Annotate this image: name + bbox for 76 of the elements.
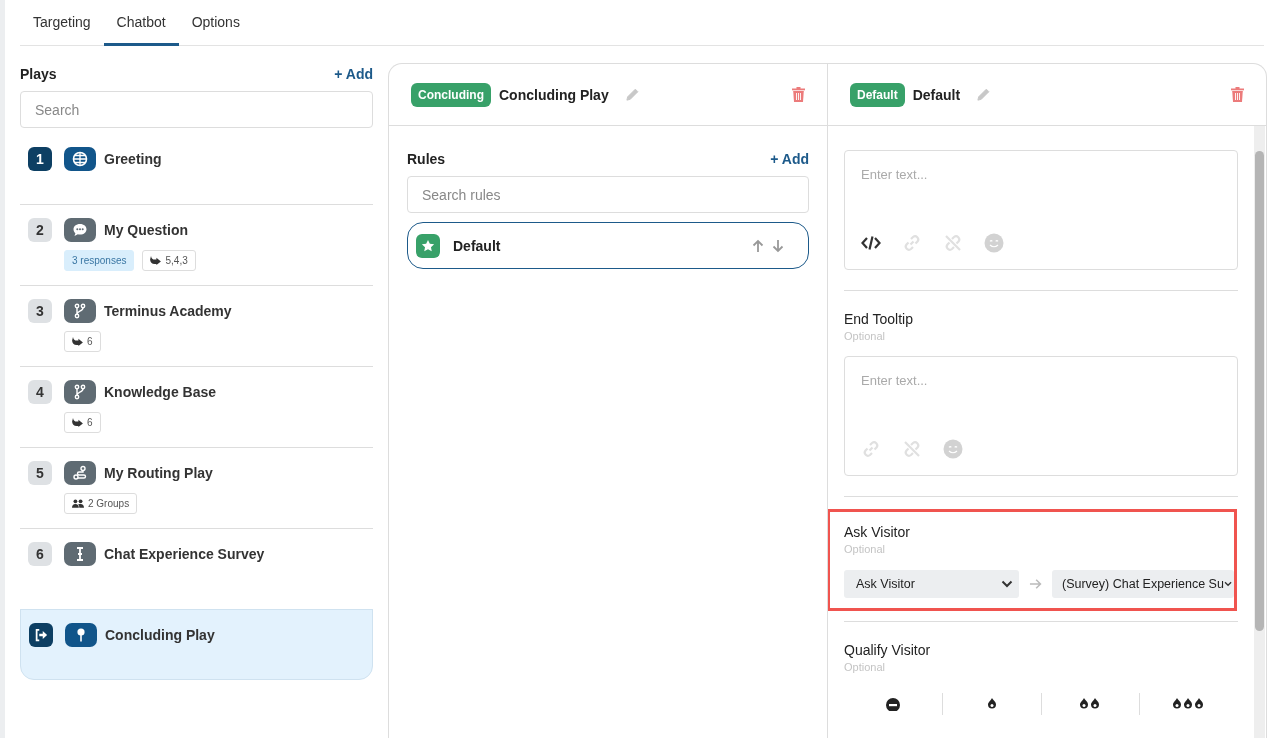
route-icon xyxy=(64,461,96,485)
search-field[interactable]: Search rules xyxy=(407,176,809,213)
play-name: Greeting xyxy=(104,151,162,167)
section-title: Rules xyxy=(407,151,446,167)
branch-icon xyxy=(64,380,96,404)
dropdown[interactable]: Ask Visitor xyxy=(844,570,1019,598)
reply-arrow-icon xyxy=(150,256,162,265)
step-number: 4 xyxy=(28,380,52,404)
tag-text: 2 Groups xyxy=(88,498,130,509)
step-number: 5 xyxy=(28,461,52,485)
play-item[interactable]: 1 Greeting xyxy=(20,139,373,205)
reply-arrow-icon xyxy=(72,337,83,346)
dropdown[interactable]: (Survey) Chat Experience Su xyxy=(1052,570,1234,598)
tag-text: 5,4,3 xyxy=(165,255,188,266)
flame-icon[interactable] xyxy=(986,697,997,711)
step-number: 1 xyxy=(28,147,52,171)
pin-icon xyxy=(65,623,97,647)
field-label: Qualify Visitor xyxy=(844,642,932,658)
play-item[interactable]: 4 Knowledge Base 6 xyxy=(20,367,373,448)
placeholder-text: Enter text... xyxy=(861,167,929,182)
trash-icon[interactable] xyxy=(792,87,805,102)
reply-arrow-icon xyxy=(72,418,83,427)
optional-hint: Optional xyxy=(844,661,886,673)
type-badge: Default xyxy=(850,82,905,107)
search-field[interactable]: Search xyxy=(20,91,373,128)
chat-bubble-icon xyxy=(64,218,96,242)
scrollbar-thumb[interactable] xyxy=(1255,151,1264,631)
tab[interactable]: Options xyxy=(178,0,253,46)
panel-title: Concluding Play xyxy=(499,86,609,103)
placeholder-text: Enter text... xyxy=(861,373,929,388)
step-number: 6 xyxy=(28,542,52,566)
rule-name: Default xyxy=(453,237,501,254)
text-cursor-icon xyxy=(64,542,96,566)
play-item[interactable]: 3 Terminus Academy 6 xyxy=(20,286,373,367)
field-label: End Tooltip xyxy=(844,311,914,327)
add-link[interactable]: + Add xyxy=(334,66,373,82)
exit-icon xyxy=(29,623,53,647)
play-name: Terminus Academy xyxy=(104,303,232,319)
panel-title: Default xyxy=(912,86,961,103)
branch-icon xyxy=(64,299,96,323)
trash-icon[interactable] xyxy=(1231,87,1244,102)
field-label: Ask Visitor xyxy=(844,524,911,540)
two-flames-icon[interactable] xyxy=(1079,697,1102,711)
arrow-down-icon[interactable] xyxy=(772,238,784,253)
play-name: My Question xyxy=(104,222,188,238)
chevron-down-icon xyxy=(1223,580,1232,588)
section-title: Plays xyxy=(20,66,57,82)
optional-hint: Optional xyxy=(844,330,886,342)
play-name: Chat Experience Survey xyxy=(104,546,265,562)
step-number: 3 xyxy=(28,299,52,323)
people-icon xyxy=(72,499,84,508)
pencil-icon[interactable] xyxy=(976,87,992,102)
add-link[interactable]: + Add xyxy=(770,151,809,167)
step-number: 2 xyxy=(28,218,52,242)
play-name: Knowledge Base xyxy=(104,384,217,400)
chevron-down-icon xyxy=(1000,580,1013,588)
optional-hint: Optional xyxy=(844,543,886,555)
no-qualification-icon[interactable] xyxy=(884,697,901,711)
scrollbar[interactable] xyxy=(1254,126,1265,738)
pencil-icon[interactable] xyxy=(624,87,640,102)
code-icon[interactable] xyxy=(861,233,881,253)
tab[interactable]: Targeting xyxy=(20,0,104,46)
play-name: Concluding Play xyxy=(105,627,215,643)
play-name: My Routing Play xyxy=(104,465,213,481)
tag-text: 6 xyxy=(87,336,93,347)
arrow-up-icon[interactable] xyxy=(752,238,764,253)
globe-icon xyxy=(64,147,96,171)
tag-text: 6 xyxy=(87,417,93,428)
play-item[interactable]: Concluding Play xyxy=(20,609,373,680)
responses-tag: 3 responses xyxy=(64,250,135,271)
tab[interactable]: Chatbot xyxy=(103,0,179,46)
type-badge: Concluding xyxy=(411,82,491,107)
play-item[interactable]: 5 My Routing Play 2 Groups xyxy=(20,448,373,529)
arrow-right-icon xyxy=(1028,578,1042,590)
play-item[interactable]: 2 My Question 3 responses 5,4,3 xyxy=(20,205,373,286)
rule-item[interactable]: Default xyxy=(407,222,809,269)
